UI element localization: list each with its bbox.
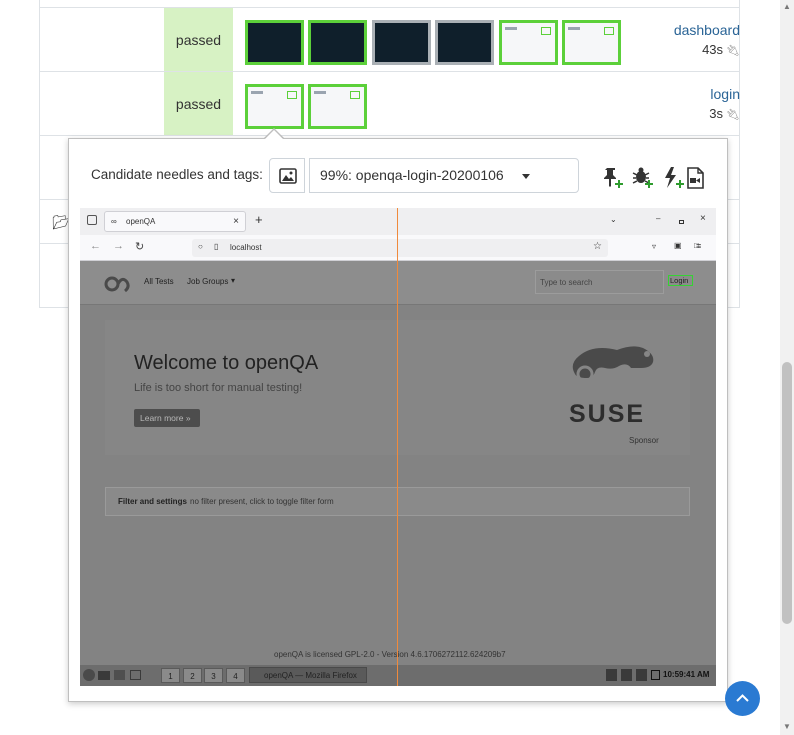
needle-select-value: 99%: openqa-login-20200106 (320, 167, 504, 183)
step-thumbnail[interactable] (308, 20, 367, 65)
video-file-icon[interactable] (683, 166, 709, 190)
taskbar-clock: 10:59:41 AM (663, 670, 710, 679)
tabs-icon (87, 215, 97, 225)
maximize-icon (679, 220, 684, 224)
menu-icon: ≡ (696, 241, 702, 251)
workspace-3: 3 (204, 668, 223, 683)
terminal-icon (98, 671, 110, 680)
needle-screenshot[interactable]: ∞ openQA × + ⌄ – × ← → ↻ ○ ▯ localhost ☆… (80, 208, 716, 686)
compare-divider-handle[interactable] (397, 208, 398, 686)
step-thumbnail[interactable] (562, 20, 621, 65)
tray-icon (636, 669, 647, 681)
taskbar-window-title: openQA — Mozilla Firefox (264, 671, 357, 680)
module-time: 3s 🔌︎ (620, 106, 740, 121)
browser-tab: ∞ openQA × (104, 211, 246, 232)
module-link-login[interactable]: login (620, 86, 740, 102)
chevron-down-icon: ▾ (231, 276, 236, 285)
new-tab-icon: + (255, 212, 263, 227)
login-link: Login (668, 275, 693, 286)
browser-tab-title: openQA (126, 217, 156, 226)
step-thumbnail[interactable] (372, 20, 431, 65)
welcome-subtitle: Life is too short for manual testing! (134, 382, 303, 394)
page-scrollbar[interactable]: ▲ ▼ (780, 0, 794, 735)
workspace-2: 2 (183, 668, 202, 683)
browser-urlbar: ← → ↻ ○ ▯ localhost ☆ ▿ ▣ □ ≡ (80, 235, 716, 261)
needle-select[interactable]: 99%: openqa-login-20200106 (309, 158, 579, 193)
star-icon: ☆ (593, 241, 602, 252)
start-menu-icon (83, 669, 95, 681)
scroll-up-icon[interactable]: ▲ (783, 2, 791, 11)
tray-icon (621, 669, 632, 681)
page-icon: ▯ (214, 242, 219, 251)
chevron-down-icon: ⌄ (610, 215, 617, 224)
search-field: Type to search (535, 270, 664, 294)
filter-title: Filter and settings (118, 497, 187, 506)
workspace-4: 4 (226, 668, 245, 683)
step-thumbnail[interactable] (308, 84, 367, 129)
forward-icon: → (113, 240, 124, 252)
reload-icon: ↻ (135, 241, 145, 253)
step-thumbnail[interactable] (245, 20, 304, 65)
module-link-dashboard[interactable]: dashboard (620, 22, 740, 38)
scrollbar-thumb[interactable] (782, 362, 792, 624)
table-row: login 3s 🔌︎ passed (40, 71, 740, 136)
tray-icon (606, 669, 617, 681)
files-icon (114, 670, 125, 680)
search-placeholder: Type to search (540, 278, 593, 287)
nav-job-groups: Job Groups (187, 277, 229, 286)
pin-plus-icon[interactable] (600, 166, 626, 190)
image-toggle-button[interactable] (269, 158, 305, 193)
suse-chameleon-logo (572, 346, 654, 383)
close-icon: × (233, 216, 239, 227)
openqa-favicon-icon: ∞ (111, 217, 117, 226)
login-text: Login (670, 276, 689, 285)
needle-popover: Candidate needles and tags: 99%: openqa-… (68, 138, 728, 702)
browser-url-text: localhost (230, 243, 262, 252)
filter-description: no filter present, click to toggle filte… (190, 497, 334, 506)
browser-address: ○ ▯ localhost ☆ (192, 239, 608, 257)
popover-arrow-inner (265, 129, 283, 139)
chevron-up-icon (736, 694, 749, 702)
minimize-icon: – (656, 214, 661, 223)
browser-tabbar: ∞ openQA × + ⌄ – × (80, 208, 716, 235)
pocket-icon: ▿ (652, 242, 657, 251)
desktop-icon (130, 670, 141, 680)
chevron-down-icon (522, 174, 530, 179)
bug-plus-icon[interactable] (630, 166, 656, 190)
back-icon: ← (90, 240, 101, 252)
suse-wordmark: SUSE (569, 400, 646, 428)
candidate-label: Candidate needles and tags: (91, 167, 263, 182)
step-thumbnail[interactable] (435, 20, 494, 65)
module-duration: 43s (702, 42, 724, 57)
shield-icon: ○ (198, 242, 203, 251)
extensions-icon: ▣ (674, 241, 682, 250)
result-status: passed (175, 32, 222, 48)
plug-icon: 🔌︎ (726, 45, 740, 57)
taskbar-window-button: openQA — Mozilla Firefox (249, 667, 367, 683)
openqa-logo-icon (104, 276, 130, 293)
module-duration: 3s (709, 106, 724, 121)
sponsor-label: Sponsor (629, 436, 659, 445)
welcome-title: Welcome to openQA (134, 352, 319, 374)
workspace-1: 1 (161, 668, 180, 683)
desktop-taskbar: 1 2 3 4 openQA — Mozilla Firefox 10:59:4… (80, 665, 716, 686)
step-thumbnail-selected[interactable] (245, 84, 304, 129)
license-footer: openQA is licensed GPL-2.0 - Version 4.6… (274, 650, 506, 659)
result-cell: passed (164, 8, 233, 72)
learn-more-button: Learn more » (134, 409, 200, 427)
back-to-top-button[interactable] (725, 681, 760, 716)
table-row: dashboard 43s 🔌︎ passed (40, 7, 740, 72)
scroll-down-icon[interactable]: ▼ (783, 722, 791, 731)
close-window-icon: × (700, 213, 706, 224)
plug-icon: 🔌︎ (726, 109, 740, 121)
result-cell: passed (164, 72, 233, 136)
module-time: 43s 🔌︎ (620, 42, 740, 57)
openqa-navbar: All Tests Job Groups ▾ Type to search Lo… (80, 261, 716, 305)
result-status: passed (175, 96, 222, 112)
learn-more-label: Learn more » (140, 413, 191, 423)
image-icon (279, 168, 297, 184)
nav-all-tests: All Tests (144, 277, 174, 286)
calendar-icon (651, 670, 660, 680)
step-thumbnail[interactable] (499, 20, 558, 65)
